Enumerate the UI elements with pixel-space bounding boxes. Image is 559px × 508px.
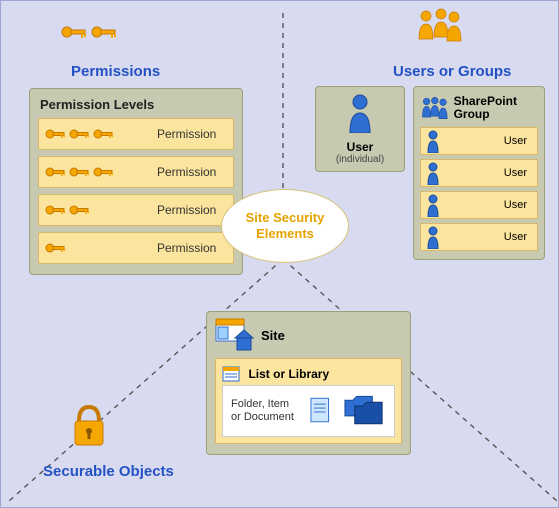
- permission-row: Permission: [38, 232, 234, 264]
- document-icon: [309, 396, 332, 426]
- lock-icon: [69, 401, 109, 454]
- key-icon: [45, 165, 67, 179]
- group-user-row: User: [420, 127, 538, 155]
- key-group: [45, 127, 157, 141]
- permission-row: Permission: [38, 194, 234, 226]
- site-panel: Site List or Library Folder, Item or Doc…: [206, 311, 411, 455]
- key-icon: [45, 127, 67, 141]
- person-icon: [345, 93, 375, 133]
- keys-icon-large: [61, 23, 119, 41]
- group-user-label: User: [504, 167, 527, 179]
- group-title: SharePoint Group: [454, 95, 538, 121]
- document-label: Folder, Item or Document: [231, 398, 299, 424]
- key-group: [45, 165, 157, 179]
- permission-levels-heading: Permission Levels: [40, 97, 234, 112]
- key-icon: [69, 165, 91, 179]
- group-user-label: User: [504, 231, 527, 243]
- permission-label: Permission: [157, 203, 227, 217]
- center-title: Site Security Elements: [222, 210, 348, 241]
- person-icon: [425, 193, 441, 217]
- document-box: Folder, Item or Document: [222, 385, 395, 437]
- group-user-label: User: [504, 135, 527, 147]
- person-icon: [425, 129, 441, 153]
- permission-label: Permission: [157, 165, 227, 179]
- center-title-oval: Site Security Elements: [221, 189, 349, 263]
- group-user-row: User: [420, 223, 538, 251]
- key-icon: [61, 23, 89, 41]
- list-icon: [222, 366, 240, 382]
- user-title: User: [316, 140, 404, 154]
- key-icon: [69, 127, 91, 141]
- site-label: Site: [261, 328, 285, 343]
- library-box: List or Library Folder, Item or Document: [215, 358, 402, 444]
- person-icon: [425, 225, 441, 249]
- user-subtitle: (individual): [316, 154, 404, 165]
- key-icon: [45, 203, 67, 217]
- sharepoint-group-card: SharePoint Group User User User User: [413, 86, 545, 260]
- people-group-icon: [416, 7, 466, 54]
- key-icon: [93, 165, 115, 179]
- permissions-title: Permissions: [71, 63, 160, 80]
- permission-row: Permission: [38, 156, 234, 188]
- folder-icon: [343, 394, 386, 428]
- permission-label: Permission: [157, 127, 227, 141]
- permission-label: Permission: [157, 241, 227, 255]
- group-user-row: User: [420, 191, 538, 219]
- permission-row: Permission: [38, 118, 234, 150]
- group-user-row: User: [420, 159, 538, 187]
- users-groups-title: Users or Groups: [393, 63, 511, 80]
- person-icon: [425, 161, 441, 185]
- library-label: List or Library: [248, 367, 329, 381]
- key-group: [45, 203, 157, 217]
- user-individual-card: User (individual): [315, 86, 405, 172]
- permission-levels-panel: Permission Levels Permission Permission …: [29, 88, 243, 275]
- group-user-label: User: [504, 199, 527, 211]
- site-window-icon: [215, 318, 255, 352]
- key-icon: [69, 203, 91, 217]
- key-icon: [93, 127, 115, 141]
- key-group: [45, 241, 157, 255]
- key-icon: [91, 23, 119, 41]
- key-icon: [45, 241, 67, 255]
- people-group-icon: [420, 93, 450, 123]
- securable-title: Securable Objects: [43, 463, 174, 480]
- diagram-canvas: Permissions Users or Groups Securable Ob…: [0, 0, 559, 508]
